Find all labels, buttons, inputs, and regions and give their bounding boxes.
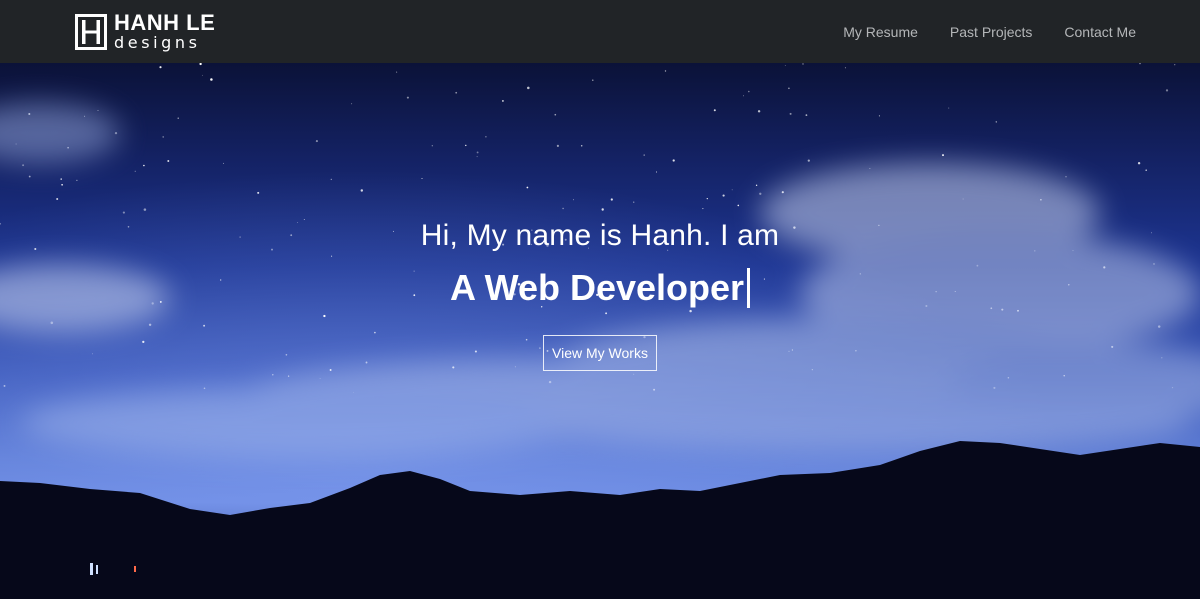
- hero-section: Hi, My name is Hanh. I am A Web Develope…: [0, 63, 1200, 599]
- nav-link-contact-me[interactable]: Contact Me: [1064, 24, 1136, 40]
- hero-content: Hi, My name is Hanh. I am A Web Develope…: [0, 63, 1200, 599]
- hero-intro-text: Hi, My name is Hanh. I am: [420, 219, 780, 252]
- nav-link-my-resume[interactable]: My Resume: [843, 24, 918, 40]
- hero-role-text: A Web Developer: [449, 267, 745, 308]
- brand-text: HANH LE designs: [114, 12, 215, 51]
- nav-link-past-projects[interactable]: Past Projects: [950, 24, 1032, 40]
- page-bottom-strip: [0, 599, 1200, 613]
- brand-subtitle: designs: [114, 33, 201, 52]
- nav-links: My Resume Past Projects Contact Me: [811, 24, 1136, 40]
- hero-role-heading: A Web Developer: [449, 267, 751, 309]
- brand-name: HANH LE: [114, 10, 216, 35]
- view-my-works-button[interactable]: View My Works: [543, 335, 657, 371]
- monogram-h-icon: [75, 13, 107, 50]
- typing-cursor: [747, 268, 751, 308]
- top-navbar: HANH LE designs My Resume Past Projects …: [0, 0, 1200, 63]
- brand-logo-link[interactable]: HANH LE designs: [75, 12, 215, 51]
